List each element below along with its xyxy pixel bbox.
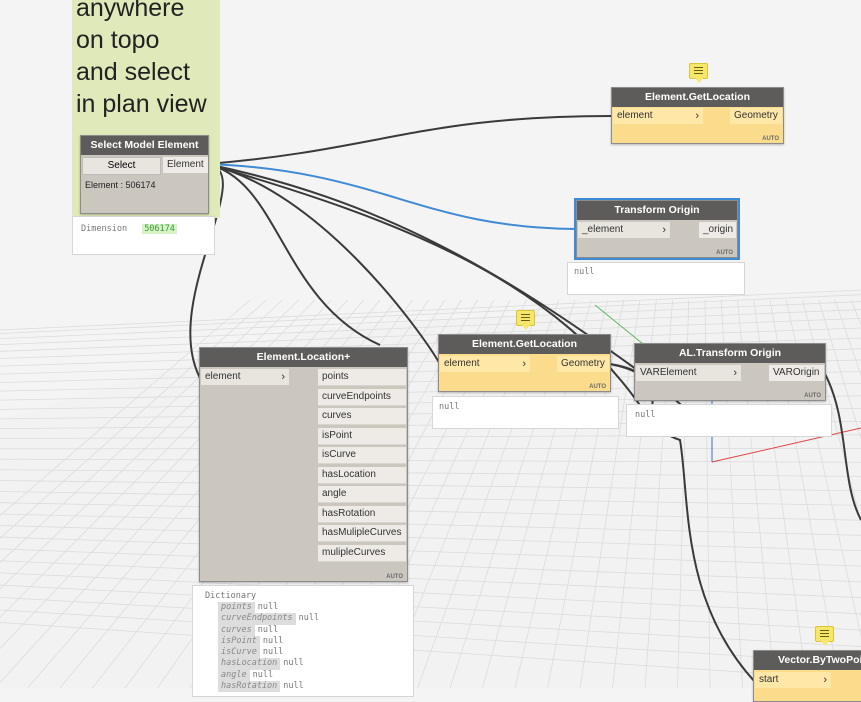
chevron-right-icon: ›	[662, 222, 666, 238]
port-label: _element	[582, 224, 623, 235]
dictionary-key: isCurve	[218, 647, 260, 658]
output-port-origin[interactable]: _origin	[699, 222, 736, 238]
output-port-geometry[interactable]: Geometry	[557, 356, 609, 372]
dictionary-entry: isCurvenull	[218, 647, 319, 658]
node-title: Element.GetLocation	[612, 88, 783, 107]
output-port-curveendpoints[interactable]: curveEndpoints	[318, 389, 406, 406]
dictionary-key: curves	[218, 625, 255, 636]
note-line: on topo	[76, 24, 220, 56]
output-port-iscurve[interactable]: isCurve	[318, 447, 406, 464]
port-label: element	[617, 110, 653, 121]
element-getlocation-node-mid[interactable]: Element.GetLocation element › Geometry A…	[438, 334, 611, 392]
output-port-haslocation[interactable]: hasLocation	[318, 467, 406, 484]
vector-bytwopoints-node[interactable]: Vector.ByTwoPoin start ›	[753, 650, 861, 702]
auto-badge: AUTO	[716, 250, 733, 256]
dictionary-entry: pointsnull	[218, 602, 319, 613]
chevron-right-icon: ›	[733, 365, 737, 381]
chevron-right-icon: ›	[522, 356, 526, 372]
dictionary-value: null	[258, 625, 278, 635]
note-line: anywhere	[76, 0, 220, 24]
port-label: element	[205, 371, 241, 382]
dictionary-entry: anglenull	[218, 670, 319, 681]
element-value: Element : 506174	[85, 180, 156, 190]
element-location-plus-node[interactable]: Element.Location+ element › points curveE…	[199, 347, 408, 582]
output-port-points[interactable]: points	[318, 369, 406, 386]
node-title: AL.Transform Origin	[635, 344, 825, 363]
dictionary-key: curveEndpoints	[218, 613, 296, 624]
output-port-muliplecurves[interactable]: mulipleCurves	[318, 545, 406, 562]
input-port-start[interactable]: start ›	[755, 672, 831, 688]
port-label: start	[759, 674, 778, 685]
chevron-right-icon: ›	[281, 369, 285, 385]
node-title: Element.Location+	[200, 348, 407, 367]
note-line: and select	[76, 56, 220, 88]
dictionary-key: isPoint	[218, 636, 260, 647]
auto-badge: AUTO	[589, 384, 606, 390]
comment-icon[interactable]	[516, 310, 535, 326]
dictionary-title: Dictionary	[205, 591, 256, 601]
preview-value: null	[574, 267, 594, 277]
output-port-hasrotation[interactable]: hasRotation	[318, 506, 406, 523]
dictionary-preview: Dictionary pointsnullcurveEndpointsnullc…	[192, 585, 414, 697]
port-label: element	[444, 358, 480, 369]
output-port-curves[interactable]: curves	[318, 408, 406, 425]
select-button[interactable]: Select	[82, 157, 161, 175]
transform-origin-node[interactable]: Transform Origin _element › _origin AUTO	[576, 200, 738, 258]
dictionary-value: null	[299, 613, 319, 623]
dictionary-entry: hasLocationnull	[218, 658, 319, 669]
dictionary-key: angle	[218, 670, 250, 681]
auto-badge: AUTO	[386, 574, 403, 580]
dictionary-value: null	[258, 602, 278, 612]
input-port-element[interactable]: element ›	[201, 369, 289, 385]
dictionary-key: hasLocation	[218, 658, 280, 669]
input-port-varelement[interactable]: VARElement ›	[636, 365, 741, 381]
dictionary-value: null	[283, 681, 303, 691]
dictionary-entry: hasRotationnull	[218, 681, 319, 692]
dictionary-entry: curvesnull	[218, 625, 319, 636]
preview-value: 506174	[142, 224, 177, 234]
input-port-element[interactable]: element ›	[613, 108, 703, 124]
input-port-element[interactable]: _element ›	[578, 222, 670, 238]
dictionary-value: null	[283, 658, 303, 668]
dictionary-value: null	[263, 647, 283, 657]
dictionary-key: points	[218, 602, 255, 613]
auto-badge: AUTO	[762, 136, 779, 142]
comment-icon[interactable]	[689, 63, 708, 79]
port-label: VARElement	[640, 367, 697, 378]
node-title: Element.GetLocation	[439, 335, 610, 354]
output-port-varorigin[interactable]: VAROrigin	[769, 365, 824, 381]
node-title: Transform Origin	[577, 201, 737, 220]
al-transform-preview: null	[626, 404, 832, 437]
output-port-hasmuliplecurves[interactable]: hasMulipleCurves	[318, 525, 406, 542]
select-model-element-node[interactable]: Select Model Element Select Element Elem…	[80, 135, 209, 214]
dictionary-key: hasRotation	[218, 681, 280, 692]
transform-origin-preview: null	[567, 262, 745, 295]
note-line: in plan view	[76, 88, 220, 120]
getlocation-mid-preview: null	[432, 396, 619, 429]
node-title: Select Model Element	[81, 136, 208, 155]
dictionary-value: null	[263, 636, 283, 646]
output-port-ispoint[interactable]: isPoint	[318, 428, 406, 445]
output-port-angle[interactable]: angle	[318, 486, 406, 503]
output-port-element[interactable]: Element	[163, 157, 208, 173]
dictionary-entry: curveEndpointsnull	[218, 613, 319, 624]
preview-value: null	[439, 402, 459, 412]
dictionary-value: null	[253, 670, 273, 680]
select-node-preview: Dimension 506174	[72, 216, 215, 255]
chevron-right-icon: ›	[823, 672, 827, 688]
input-port-element[interactable]: element ›	[440, 356, 530, 372]
al-transform-origin-node[interactable]: AL.Transform Origin VARElement › VAROrig…	[634, 343, 826, 401]
preview-value: null	[635, 410, 655, 420]
chevron-right-icon: ›	[695, 108, 699, 124]
auto-badge: AUTO	[804, 393, 821, 399]
output-port-geometry[interactable]: Geometry	[730, 108, 782, 124]
dictionary-entry: isPointnull	[218, 636, 319, 647]
comment-icon[interactable]	[815, 626, 834, 642]
element-getlocation-node-top[interactable]: Element.GetLocation element › Geometry A…	[611, 87, 784, 144]
preview-label: Dimension	[81, 224, 127, 234]
node-title: Vector.ByTwoPoin	[754, 651, 861, 670]
